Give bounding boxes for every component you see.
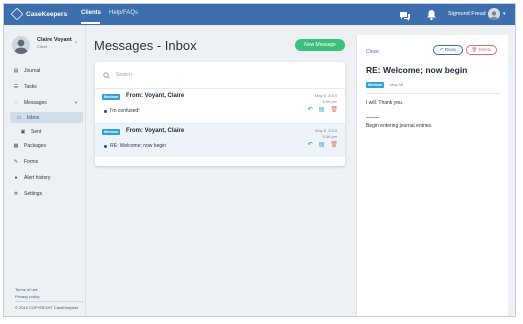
search-input[interactable] xyxy=(116,72,316,78)
message-body-separator: ----------- xyxy=(366,115,379,121)
message-date: May 06 xyxy=(390,82,404,87)
message-subject: RE: Welcome; now begin xyxy=(110,143,167,149)
nav-help[interactable]: Help/FAQs xyxy=(109,10,138,16)
archive-icon[interactable]: ▤ xyxy=(319,107,325,113)
reply-icon[interactable]: ↶ xyxy=(308,107,313,113)
sidebar: Claire Voyant Client ‹ ▤ Journal ☰ Tasks… xyxy=(4,25,86,316)
message-subject: I'm confused! xyxy=(110,108,140,114)
messages-icon: ◌ xyxy=(14,99,18,106)
user-name[interactable]: Sigmund Freud xyxy=(448,11,486,17)
message-date: May 6, 2019 xyxy=(314,128,337,133)
sidebar-item-settings[interactable]: ✲ Settings xyxy=(13,188,42,199)
sent-icon: ▣ xyxy=(20,128,26,135)
inbox-icon: ▭ xyxy=(16,114,22,121)
copyright: © 2019 COPYRIGHT CaseKeepers xyxy=(15,305,79,310)
unread-dot xyxy=(104,145,107,148)
sidebar-item-label: Packages xyxy=(24,142,46,149)
sidebar-item-label: Forms xyxy=(24,158,39,165)
logo-icon xyxy=(10,7,24,21)
sidebar-item-forms[interactable]: ✎ Forms xyxy=(13,156,38,167)
gear-icon: ✲ xyxy=(13,190,19,197)
trash-icon[interactable]: 🗑︎ xyxy=(330,107,338,113)
top-bar: CaseKeepers Clients Help/FAQs Sigmund Fr… xyxy=(4,4,515,25)
app-window: CaseKeepers Clients Help/FAQs Sigmund Fr… xyxy=(3,3,516,317)
search-icon xyxy=(103,71,110,79)
profile-avatar xyxy=(12,36,30,54)
close-link[interactable]: Close xyxy=(366,49,379,55)
reply-label: Reply xyxy=(444,47,457,52)
message-detail-pane: Close ↶ Reply 🗑︎ Delete RE: Welcome; now… xyxy=(356,35,508,316)
chevron-down-icon[interactable]: ▾ xyxy=(75,100,77,106)
app-logo[interactable]: CaseKeepers xyxy=(10,7,68,21)
message-date: May 6, 2019 xyxy=(314,93,337,98)
nav-active-indicator xyxy=(81,22,100,24)
trash-icon[interactable]: 🗑︎ xyxy=(330,142,338,148)
sidebar-item-label: Tasks xyxy=(24,83,37,90)
message-list-panel: Medium From: Voyant, Claire May 6, 2019 … xyxy=(95,62,345,166)
forms-icon: ✎ xyxy=(13,158,19,165)
archive-icon[interactable]: ▤ xyxy=(319,142,325,148)
delete-label: Delete xyxy=(478,47,492,52)
chevron-left-icon[interactable]: ‹ xyxy=(75,40,77,46)
packages-icon: ▦ xyxy=(13,142,19,149)
new-message-button[interactable]: New Message xyxy=(295,39,345,51)
detail-divider xyxy=(366,93,500,94)
sidebar-item-inbox[interactable]: ▭ Inbox xyxy=(10,112,83,123)
chat-icon[interactable] xyxy=(399,9,411,27)
sidebar-item-tasks[interactable]: ☰ Tasks xyxy=(13,81,37,92)
list-item[interactable]: Medium From: Voyant, Claire May 6, 2019 … xyxy=(95,88,345,122)
sidebar-item-label: Settings xyxy=(24,190,43,197)
sidebar-item-journal[interactable]: ▤ Journal xyxy=(13,65,41,76)
avatar[interactable] xyxy=(488,8,500,20)
priority-badge: Medium xyxy=(102,94,121,100)
message-sender: From: Voyant, Claire xyxy=(126,128,185,134)
priority-badge: Medium xyxy=(366,82,385,88)
sidebar-item-sent[interactable]: ▣ Sent xyxy=(20,126,42,137)
profile-role: Client xyxy=(37,44,48,49)
delete-button[interactable]: 🗑︎ Delete xyxy=(466,45,497,55)
profile-name: Claire Voyant xyxy=(37,37,72,43)
list-item[interactable]: Medium From: Voyant, Claire May 6, 2019 … xyxy=(95,123,345,157)
bell-icon[interactable] xyxy=(426,8,437,26)
sidebar-item-label: Inbox xyxy=(27,114,40,121)
chevron-down-icon[interactable]: ▾ xyxy=(503,11,506,17)
journal-icon: ▤ xyxy=(13,67,19,74)
app-name: CaseKeepers xyxy=(26,10,68,18)
privacy-link[interactable]: Privacy policy xyxy=(15,294,39,299)
message-sender: From: Voyant, Claire xyxy=(126,93,185,99)
message-body-line: Begin entering journal entries. xyxy=(366,123,433,129)
tasks-icon: ☰ xyxy=(13,83,19,90)
nav-clients[interactable]: Clients xyxy=(81,10,101,16)
search-bar xyxy=(103,69,337,81)
unread-dot xyxy=(104,110,107,113)
footer-divider xyxy=(15,301,83,302)
alert-icon: ● xyxy=(14,174,18,181)
terms-link[interactable]: Terms of use xyxy=(15,287,38,292)
sidebar-item-label: Alert history xyxy=(24,174,51,181)
sidebar-item-label: Sent xyxy=(31,128,42,135)
row-actions: ↶ ▤ 🗑︎ xyxy=(308,142,338,148)
row-actions: ↶ ▤ 🗑︎ xyxy=(308,107,338,113)
page-title: Messages - Inbox xyxy=(94,38,197,53)
sidebar-item-packages[interactable]: ▦ Packages xyxy=(13,140,46,151)
message-body-line: I will. Thank you. xyxy=(366,100,404,106)
priority-badge: Medium xyxy=(102,129,121,135)
sidebar-item-label: Journal xyxy=(24,67,41,74)
message-title: RE: Welcome; now begin xyxy=(366,65,468,75)
sidebar-item-messages[interactable]: ◌ Messages xyxy=(13,97,47,108)
sidebar-item-alert-history[interactable]: ● Alert history xyxy=(13,172,50,183)
reply-button[interactable]: ↶ Reply xyxy=(433,45,463,55)
message-time: 5:36 pm xyxy=(322,99,337,104)
sidebar-item-label: Messages xyxy=(24,99,47,106)
message-time: 5:36 pm xyxy=(322,134,337,139)
reply-icon[interactable]: ↶ xyxy=(308,142,313,148)
